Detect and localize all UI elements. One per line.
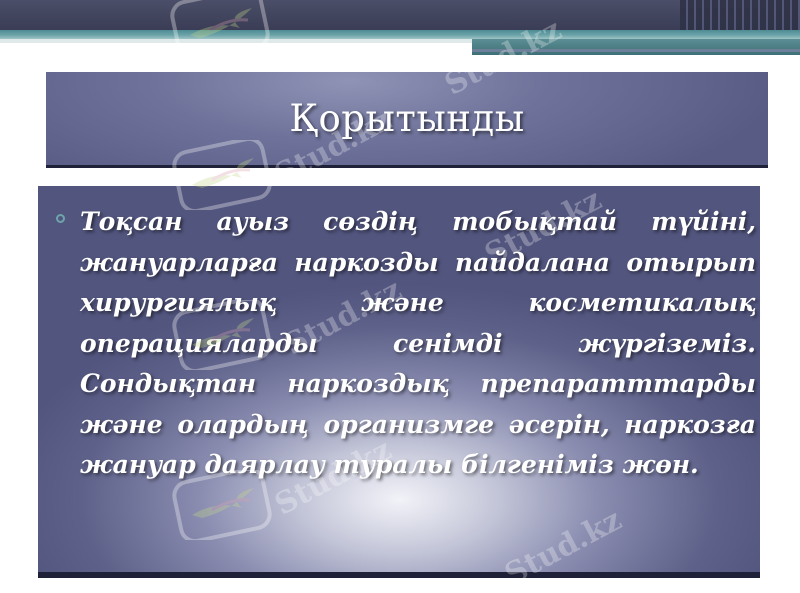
watermark-bird-logo-icon (170, 0, 270, 60)
bullet-circle-icon (56, 214, 65, 223)
slide-content-box: Тоқсан ауыз сөздің тобықтай түйіні, жану… (38, 186, 760, 578)
top-decor-pattern (680, 0, 800, 30)
watermark-bird-logo-icon (172, 140, 272, 210)
bullet-item: Тоқсан ауыз сөздің тобықтай түйіні, жану… (56, 202, 756, 486)
accent-stripe (0, 30, 800, 39)
content-box-bottom-border (38, 572, 760, 578)
watermark-bird-logo-icon (172, 470, 272, 540)
slide-title-box: Қорытынды (46, 72, 768, 168)
watermark-bird-logo-icon (172, 300, 272, 370)
